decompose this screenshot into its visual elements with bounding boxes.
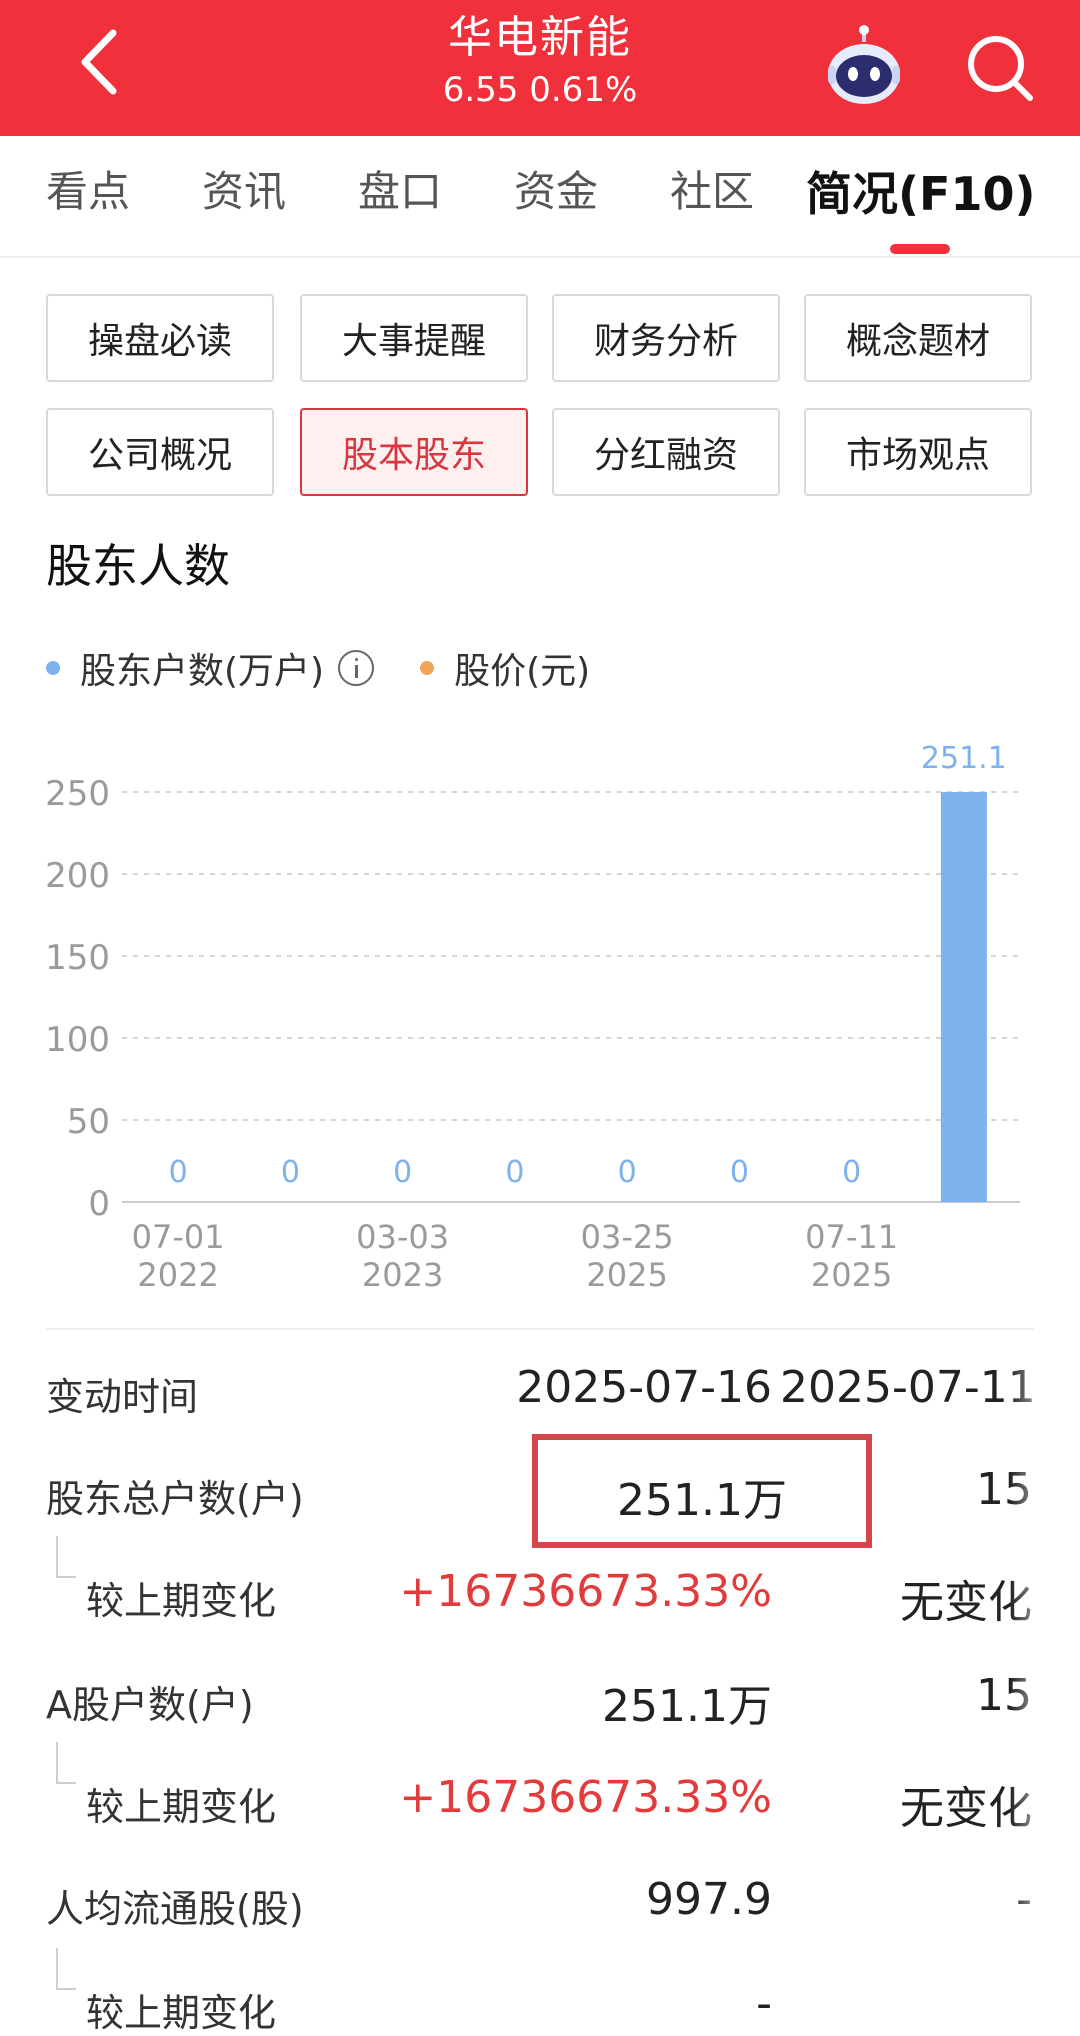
legend-item-price[interactable]: 股价(元) — [420, 642, 590, 694]
row-value-previous: 无变化 — [900, 1783, 1032, 1834]
stock-name: 华电新能 — [448, 12, 632, 63]
active-tab-indicator — [890, 244, 950, 254]
y-tick-label: 100 — [45, 1020, 110, 1060]
chart-legend: 股东户数(万户) 股价(元) — [46, 640, 636, 696]
section-divider — [46, 1328, 1034, 1330]
y-tick-label: 250 — [45, 774, 110, 814]
row-label: 较上期变化 — [86, 1579, 277, 1623]
tab-news[interactable]: 资讯 — [202, 164, 286, 220]
row-value-latest: +16736673.33% — [399, 1566, 772, 1617]
bar-value-label: 0 — [618, 1155, 637, 1190]
chevron-left-icon — [81, 29, 117, 95]
x-tick-label: 07-11 — [805, 1218, 898, 1256]
x-tick-label: 03-25 — [581, 1218, 674, 1256]
app-header: 华电新能 6.55 0.61% — [0, 0, 1080, 136]
bar-value-label: 0 — [281, 1155, 300, 1190]
row-value-latest: - — [756, 1978, 772, 2029]
table-row-change: 较上期变化 - — [0, 1970, 1080, 2036]
tab-community[interactable]: 社区 — [670, 164, 754, 220]
main-tabs: 看点 资讯 盘口 资金 社区 简况(F10) — [0, 136, 1080, 258]
row-label: 较上期变化 — [86, 1785, 277, 1829]
back-button[interactable] — [60, 22, 140, 102]
y-tick-label: 200 — [45, 856, 110, 896]
table-row-change-date: 变动时间 2025-07-16 2025-07-11 — [0, 1354, 1080, 1434]
row-value-previous: 无变化 — [900, 1577, 1032, 1628]
bar-value-label: 0 — [169, 1155, 188, 1190]
legend-dot-price — [420, 661, 435, 675]
sub-tab-dividends-financing[interactable]: 分红融资 — [552, 408, 780, 496]
bar-value-label: 0 — [505, 1155, 524, 1190]
x-tick-label: 2022 — [137, 1256, 218, 1294]
legend-item-holders[interactable]: 股东户数(万户) — [46, 642, 375, 694]
row-value-previous: 2025-07-11 — [780, 1362, 1032, 1413]
sub-tab-concepts[interactable]: 概念题材 — [804, 294, 1032, 382]
robot-icon — [828, 25, 900, 104]
row-label: 变动时间 — [46, 1375, 199, 1419]
y-tick-label: 0 — [88, 1184, 110, 1224]
legend-label-holders: 股东户数(万户) — [80, 651, 325, 692]
shareholder-count-chart: 0 50 100 150 200 250 0 0 0 0 0 0 0 251.1 07-012022 03-0… — [45, 741, 1020, 1294]
sub-tab-events-reminder[interactable]: 大事提醒 — [300, 294, 528, 382]
y-tick-label: 50 — [67, 1102, 110, 1142]
sub-tab-financial-analysis[interactable]: 财务分析 — [552, 294, 780, 382]
x-tick-label: 03-03 — [356, 1218, 449, 1256]
tab-capital-flow[interactable]: 资金 — [514, 164, 598, 220]
bar — [940, 792, 987, 1202]
x-tick-label: 07-01 — [132, 1218, 225, 1256]
row-value-previous: - — [780, 1874, 1032, 1925]
legend-dot-holders — [46, 661, 60, 675]
tab-highlights[interactable]: 看点 — [46, 164, 130, 220]
table-row-avg-float-shares: 人均流通股(股) 997.9 - — [0, 1866, 1080, 1946]
search-icon — [968, 36, 1033, 101]
assistant-robot-button[interactable] — [820, 24, 908, 112]
stock-quote: 6.55 0.61% — [442, 70, 638, 110]
row-label: 股东总户数(户) — [46, 1477, 304, 1521]
row-value-latest: +16736673.33% — [399, 1772, 772, 1823]
bar-value-label: 0 — [842, 1155, 861, 1190]
bar-value-label: 0 — [393, 1155, 412, 1190]
x-tick-label: 2023 — [362, 1256, 443, 1294]
row-label: 人均流通股(股) — [46, 1887, 304, 1931]
row-value-latest: 2025-07-16 — [516, 1362, 772, 1413]
bar-value-label: 251.1 — [921, 741, 1007, 776]
tab-order-book[interactable]: 盘口 — [358, 164, 442, 220]
y-tick-label: 150 — [45, 938, 110, 978]
row-value-latest: 997.9 — [646, 1874, 772, 1925]
row-label: 较上期变化 — [86, 1991, 277, 2035]
row-value-latest: 251.1万 — [602, 1681, 772, 1732]
sub-tab-market-views[interactable]: 市场观点 — [804, 408, 1032, 496]
header-title: 华电新能 6.55 0.61% — [0, 8, 1080, 112]
bar-value-label: 0 — [730, 1155, 749, 1190]
sub-tab-company-profile[interactable]: 公司概况 — [46, 408, 274, 496]
x-tick-label: 2025 — [811, 1256, 892, 1294]
info-icon[interactable] — [338, 650, 375, 686]
x-tick-label: 2025 — [586, 1256, 667, 1294]
table-row-change: 较上期变化 +16736673.33% 无变化 — [0, 1558, 1080, 1638]
row-label: A股户数(户) — [46, 1683, 254, 1727]
highlight-box — [532, 1434, 872, 1548]
tab-f10-profile[interactable]: 简况(F10) — [806, 166, 1035, 222]
sub-tab-share-capital-holders[interactable]: 股本股东 — [300, 408, 528, 496]
scroll-fade-overlay — [1010, 1354, 1080, 2036]
table-row-a-share-holders: A股户数(户) 251.1万 15 — [0, 1662, 1080, 1742]
search-button[interactable] — [958, 26, 1042, 110]
table-row-change: 较上期变化 +16736673.33% 无变化 — [0, 1764, 1080, 1844]
legend-label-price: 股价(元) — [454, 651, 591, 692]
section-title: 股东人数 — [46, 539, 230, 593]
sub-tab-trading-must-read[interactable]: 操盘必读 — [46, 294, 274, 382]
row-value-previous: 15 — [976, 1670, 1032, 1721]
